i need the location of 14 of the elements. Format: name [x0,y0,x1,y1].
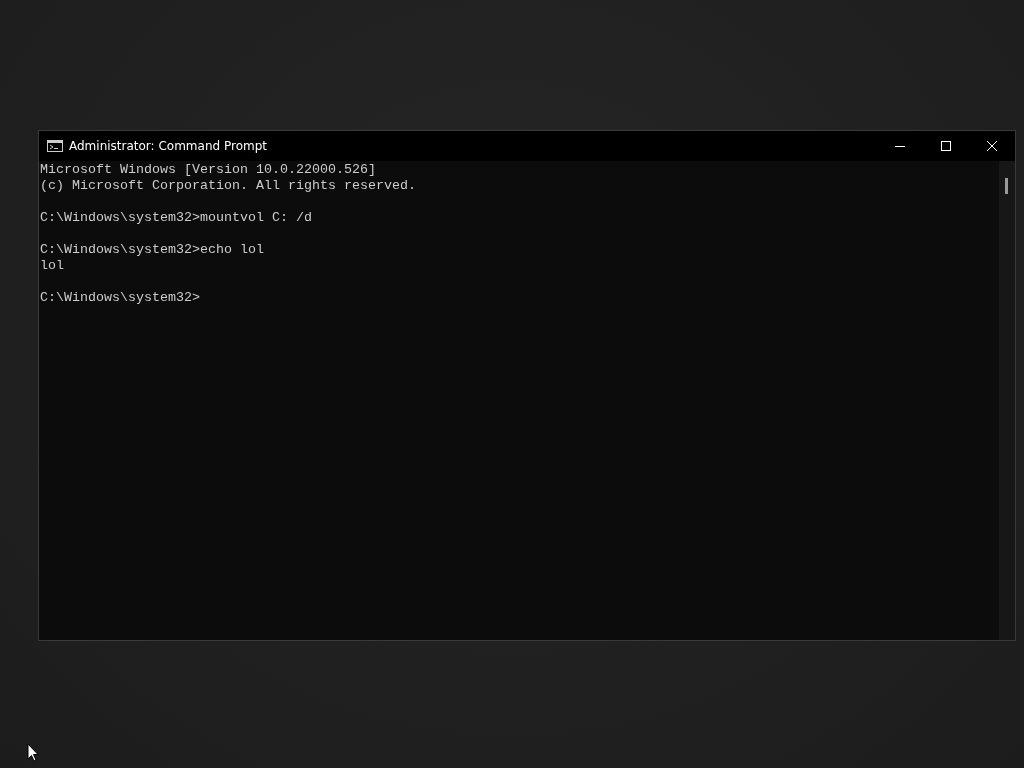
console-line: C:\Windows\system32>echo lol [40,242,264,258]
console-line: lol [40,258,64,274]
console-line: Microsoft Windows [Version 10.0.22000.526] [40,162,376,178]
console-line: (c) Microsoft Corporation. All rights reserved. [40,178,416,194]
console-icon [47,140,63,152]
mouse-pointer-icon [27,743,39,762]
scrollbar[interactable] [999,161,1015,640]
console-line: C:\Windows\system32> [40,290,200,306]
console-line: C:\Windows\system32>mountvol C: /d [40,210,312,226]
minimize-icon [895,145,905,147]
window-title: Administrator: Command Prompt [69,139,268,153]
maximize-icon [941,141,951,151]
close-icon [987,141,997,151]
scrollbar-thumb[interactable] [1005,178,1008,194]
